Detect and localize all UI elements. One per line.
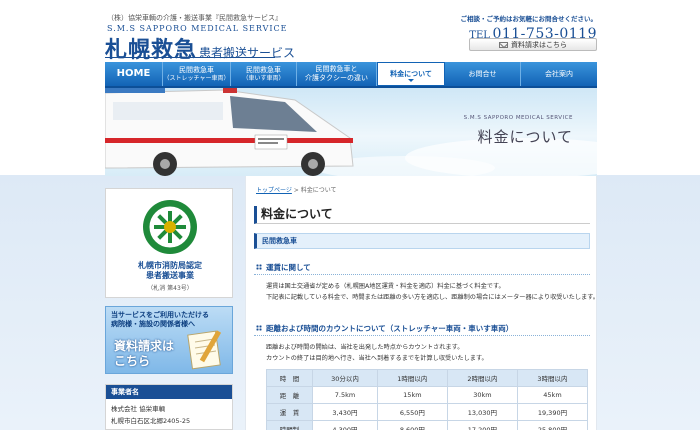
table-cell: 25,800円: [516, 420, 589, 430]
table-cell: 17,200円: [446, 420, 518, 430]
nav-difference[interactable]: 民間救急車と 介護タクシーの違い: [297, 62, 377, 86]
table-cell: 19,390円: [516, 403, 589, 421]
subsection-count: 距離および時間のカウントについて（ストレッチャー車両・車いす車両）: [254, 322, 590, 336]
nav-difference-label: 民間救急車と: [315, 65, 358, 74]
table-cell: 30km: [446, 386, 518, 404]
fare-paragraph-1: 運賃は国土交通省が定める（札幌圏A地区運賃・料金を適応）料金に基づく料金です。: [266, 283, 505, 290]
business-info-panel: 事業者名 株式会社 協栄車輌 札幌市白石区北郷2405-25: [105, 384, 233, 430]
table-cell: 3,430円: [312, 403, 378, 421]
mail-icon: [499, 41, 508, 48]
nav-pricing[interactable]: 料金について: [377, 62, 445, 86]
nav-contact[interactable]: お問合せ: [445, 62, 521, 86]
breadcrumb: トップページ > 料金について: [256, 185, 337, 194]
nav-stretcher-sub: （ストレッチャー車両）: [163, 74, 230, 82]
breadcrumb-home[interactable]: トップページ: [256, 187, 292, 194]
fare-paragraph-2: 下記表に記載している料金で、時間または距離の多い方を適応し、距離制の場合にはメー…: [266, 294, 597, 301]
table-cell: 8,600円: [376, 420, 448, 430]
subsection-fare: 運賃に関して: [254, 261, 590, 275]
site-logo[interactable]: 札幌救急 患者搬送サービス: [105, 32, 295, 64]
fire-department-badge-icon: [143, 200, 197, 254]
nav-company-label: 会社案内: [545, 69, 573, 78]
table-header-cell: 1時間以内: [376, 369, 448, 387]
nav-wheelchair[interactable]: 民間救急車 （車いす車両）: [231, 62, 297, 86]
table-cell: 13,030円: [446, 403, 518, 421]
hero-title-en: S.M.S SAPPORO MEDICAL SERVICE: [463, 115, 573, 121]
table-row-header: 時間制: [265, 420, 314, 430]
hero-banner: S.M.S SAPPORO MEDICAL SERVICE 料金について: [105, 88, 597, 176]
nav-stretcher[interactable]: 民間救急車 （ストレッチャー車両）: [163, 62, 231, 86]
table-header-cell: 30分以内: [312, 369, 378, 387]
breadcrumb-current: 料金について: [300, 187, 337, 194]
logo-underline: [105, 57, 275, 58]
doc-request-button[interactable]: 資料請求はこちら: [469, 38, 597, 51]
nav-pricing-label: 料金について: [390, 69, 432, 78]
table-cell: 6,550円: [376, 403, 448, 421]
count-paragraph-1: 距離および時間の開始は、当社を出発した時点からカウントされます。: [266, 344, 464, 351]
cert-line-2: 患者搬送事業: [146, 271, 194, 280]
table-cell: 45km: [516, 386, 589, 404]
count-paragraph-2: カウントの終了は目的地へ行き、当社へ到着するまでを計算し収受いたします。: [266, 355, 488, 362]
table-row-header: 距 離: [265, 386, 314, 404]
contact-note: ご相談・ご予約はお気軽にお問合せください。: [460, 15, 598, 23]
logo-main: 札幌救急: [105, 37, 198, 63]
doc-request-label: 資料請求はこちら: [511, 40, 567, 49]
nav-contact-label: お問合せ: [468, 69, 497, 78]
request-cta: 資料請求は こちら: [114, 339, 174, 369]
table-row: 運 賃 3,430円 6,550円 13,030円 19,390円: [265, 403, 589, 421]
nav-wheelchair-sub: （車いす車両）: [242, 74, 285, 82]
request-banner[interactable]: 当サービスをご利用いただける 病院様・施設の関係者様へ 資料請求は こちら: [105, 306, 233, 374]
certification-panel: 札幌市消防局認定 患者搬送事業 （札消 第43号）: [105, 188, 233, 298]
business-company: 株式会社 協栄車輌: [111, 405, 166, 413]
request-note-2: 病院様・施設の関係者様へ: [111, 320, 195, 329]
request-cta-1: 資料請求は: [114, 339, 175, 353]
table-cell: 15km: [376, 386, 448, 404]
nav-home[interactable]: HOME: [105, 62, 163, 86]
table-row-header: 運 賃: [265, 403, 314, 421]
fare-table: 時 間 30分以内 1時間以内 2時間以内 3時間以内 距 離 7.5km 15…: [265, 369, 589, 430]
header-tagline: （株）協栄車輌の介護・搬送事業『民間救急サービス』: [107, 14, 282, 22]
nav-stretcher-label: 民間救急車: [179, 65, 214, 74]
request-note-1: 当サービスをご利用いただける: [111, 311, 209, 319]
cert-line-3: （札消 第43号）: [147, 285, 193, 292]
nav-home-label: HOME: [116, 67, 151, 79]
breadcrumb-separator: >: [291, 187, 301, 194]
section-title: 民間救急車: [254, 233, 590, 249]
nav-company[interactable]: 会社案内: [521, 62, 597, 86]
page-title: 料金について: [254, 206, 590, 224]
fare-table-header: 時 間 30分以内 1時間以内 2時間以内 3時間以内: [265, 369, 589, 387]
main-content: トップページ > 料金について 料金について 民間救急車 運賃に関して 運賃は国…: [245, 176, 597, 430]
global-nav: HOME 民間救急車 （ストレッチャー車両） 民間救急車 （車いす車両） 民間救急車…: [105, 62, 597, 88]
table-cell: 7.5km: [312, 386, 378, 404]
business-address: 札幌市白石区北郷2405-25: [111, 417, 191, 425]
nav-wheelchair-label: 民間救急車: [246, 65, 281, 74]
table-header-cell: 2時間以内: [446, 369, 518, 387]
business-heading: 事業者名: [106, 385, 232, 399]
nav-difference-sub: 介護タクシーの違い: [305, 74, 368, 82]
hero-title-jp: 料金について: [477, 128, 573, 146]
table-row: 時間制 4,300円 8,600円 17,200円 25,800円: [265, 420, 589, 430]
document-pen-icon: [187, 330, 222, 370]
table-header-cell: 時 間: [265, 369, 314, 387]
table-header-cell: 3時間以内: [516, 369, 589, 387]
request-cta-2: こちら: [114, 354, 151, 368]
site-header: （株）協栄車輌の介護・搬送事業『民間救急サービス』 S.M.S SAPPORO …: [105, 0, 598, 64]
table-cell: 4,300円: [312, 420, 378, 430]
table-row: 距 離 7.5km 15km 30km 45km: [265, 386, 589, 404]
